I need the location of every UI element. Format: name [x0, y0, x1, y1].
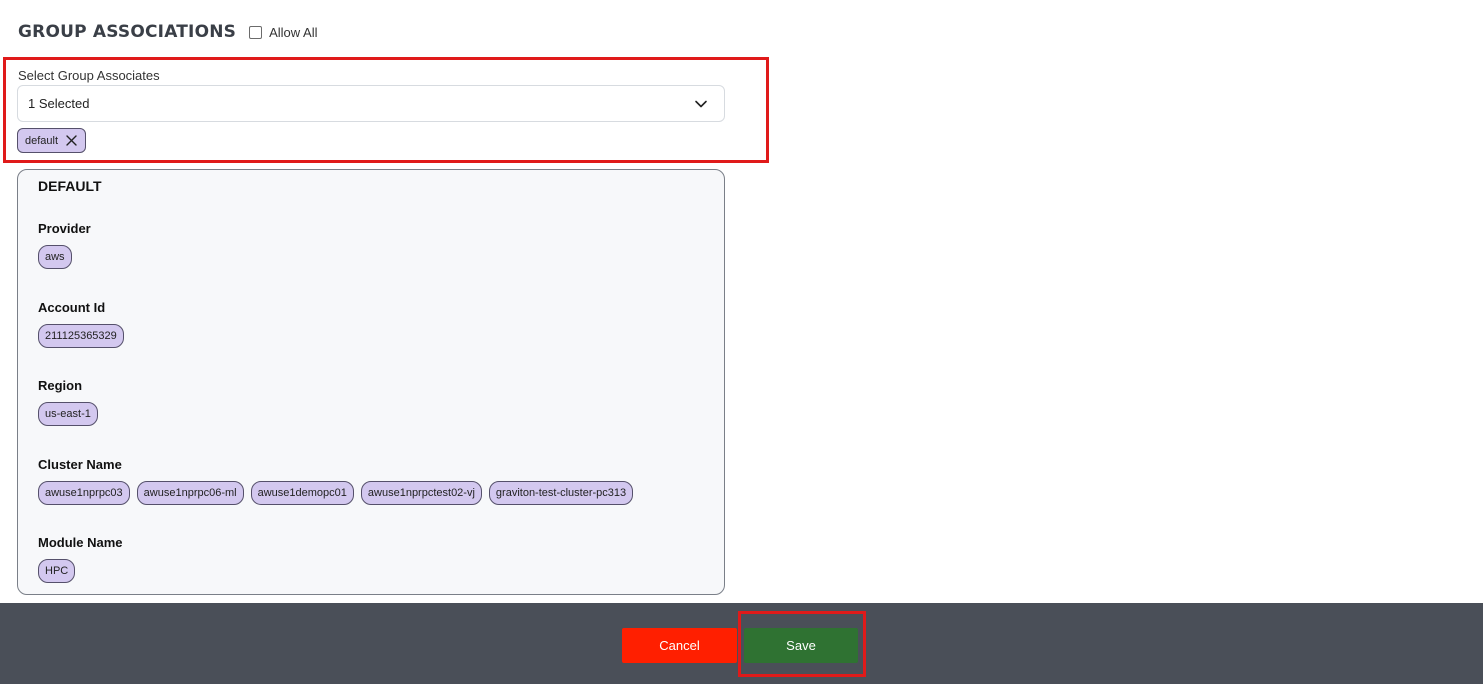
dropdown-value: 1 Selected [28, 96, 90, 111]
chip-account-id: 211125365329 [38, 324, 124, 348]
group-associates-dropdown[interactable]: 1 Selected [17, 85, 725, 122]
checkbox-icon[interactable] [249, 25, 263, 39]
chip-cluster: awuse1nprpctest02-vj [360, 481, 482, 505]
section-cluster-name: Cluster Name awuse1nprpc03 awuse1nprpc06… [38, 457, 634, 505]
card-title: DEFAULT [38, 178, 102, 194]
selected-tag-default: default [17, 128, 87, 153]
chip-provider: aws [38, 245, 72, 269]
allow-all-checkbox[interactable]: Allow All [249, 24, 318, 40]
highlight-box-save [738, 611, 866, 677]
section-label: Provider [38, 221, 91, 236]
chip-row: us-east-1 [38, 402, 98, 426]
header: GROUP ASSOCIATIONS Allow All [18, 22, 318, 42]
chip-row: aws [38, 245, 91, 269]
section-account-id: Account Id 211125365329 [38, 300, 124, 348]
section-provider: Provider aws [38, 221, 91, 269]
section-region: Region us-east-1 [38, 378, 98, 426]
chevron-down-icon [695, 100, 707, 108]
page-title: GROUP ASSOCIATIONS [18, 22, 237, 42]
chip-cluster: awuse1nprpc06-ml [136, 481, 244, 505]
group-associations-page: GROUP ASSOCIATIONS Allow All Select Grou… [0, 0, 1483, 684]
group-detail-card: DEFAULT Provider aws Account Id 21112536… [17, 169, 725, 595]
section-label: Account Id [38, 300, 106, 315]
chip-region: us-east-1 [38, 402, 98, 426]
allow-all-label: Allow All [269, 24, 318, 40]
chip-row: awuse1nprpc03 awuse1nprpc06-ml awuse1dem… [38, 481, 634, 505]
section-module-name: Module Name HPC [38, 535, 123, 583]
tag-label: default [25, 134, 59, 147]
chip-cluster: graviton-test-cluster-pc313 [488, 481, 634, 505]
footer-bar: Cancel Save [0, 603, 1483, 684]
close-icon[interactable] [66, 135, 77, 146]
select-group-label: Select Group Associates [18, 68, 160, 83]
chip-row: 211125365329 [38, 324, 124, 348]
chip-module: HPC [38, 559, 76, 583]
section-label: Module Name [38, 535, 123, 550]
chip-cluster: awuse1demopc01 [250, 481, 354, 505]
chip-cluster: awuse1nprpc03 [38, 481, 130, 505]
section-label: Region [38, 378, 83, 393]
section-label: Cluster Name [38, 457, 122, 472]
chip-row: HPC [38, 559, 123, 583]
cancel-button[interactable]: Cancel [622, 628, 737, 663]
